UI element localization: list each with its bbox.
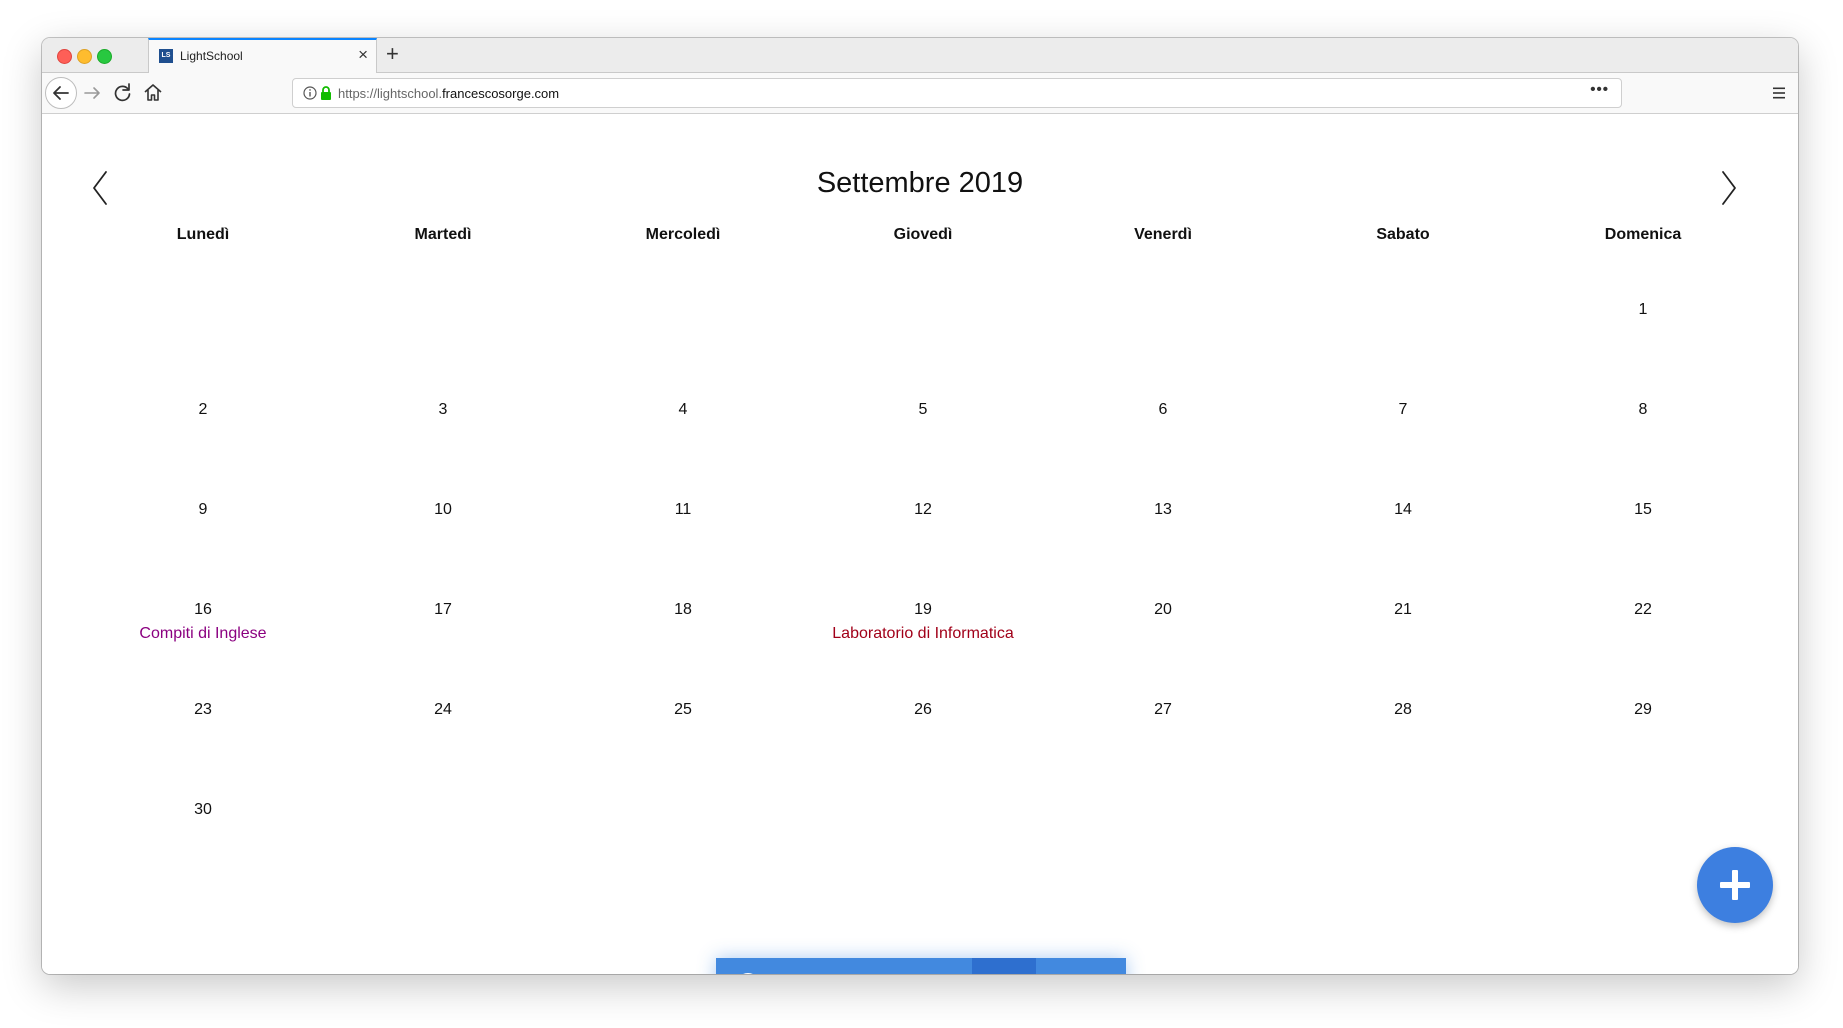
favicon-icon: LS <box>159 49 173 63</box>
info-icon[interactable] <box>302 85 318 101</box>
calendar-event[interactable]: Compiti di Inglese <box>53 625 353 643</box>
url-prefix: https://lightschool. <box>338 86 443 101</box>
bottom-dock <box>716 958 1126 974</box>
weekday-header: Domenica <box>1604 226 1682 243</box>
day-cell[interactable]: 9 <box>103 501 303 519</box>
weekday-header: Venerdì <box>1134 226 1192 243</box>
day-cell[interactable]: 2 <box>103 401 303 419</box>
weekday-header: Martedì <box>414 226 472 243</box>
day-cell[interactable]: 12 <box>823 501 1023 519</box>
home-icon[interactable] <box>140 80 166 106</box>
next-month-icon[interactable] <box>1719 169 1739 207</box>
weekday-header: Lunedì <box>176 226 230 243</box>
forward-arrow-icon[interactable] <box>80 80 106 106</box>
back-button[interactable] <box>45 77 77 109</box>
day-cell[interactable]: 25 <box>583 701 783 719</box>
back-arrow-icon <box>53 86 69 100</box>
tab-title: LightSchool <box>180 49 243 63</box>
day-cell[interactable]: 21 <box>1303 601 1503 619</box>
avatar <box>736 973 760 974</box>
month-title: Settembre 2019 <box>816 167 1024 199</box>
day-cell[interactable]: 5 <box>823 401 1023 419</box>
day-cell[interactable]: 20 <box>1063 601 1263 619</box>
day-cell[interactable]: 28 <box>1303 701 1503 719</box>
calendar-event[interactable]: Laboratorio di Informatica <box>773 625 1073 643</box>
day-cell[interactable]: 29 <box>1543 701 1743 719</box>
lock-icon[interactable] <box>319 85 333 101</box>
dashboard-icon <box>800 973 824 974</box>
plus-icon <box>1720 870 1750 900</box>
day-cell[interactable]: 14 <box>1303 501 1503 519</box>
url-host: francescosorge.com <box>442 86 560 101</box>
day-cell[interactable]: 30 <box>103 801 303 819</box>
day-cell[interactable]: 4 <box>583 401 783 419</box>
menu-icon[interactable] <box>1770 84 1788 102</box>
day-cell[interactable]: 26 <box>823 701 1023 719</box>
day-cell[interactable]: 8 <box>1543 401 1743 419</box>
url-text[interactable]: https://lightschool.francescosorge.com <box>338 86 559 101</box>
day-cell[interactable]: 23 <box>103 701 303 719</box>
dock-item-calendar[interactable] <box>972 958 1036 974</box>
day-cell[interactable]: 17 <box>343 601 543 619</box>
navigation-bar: https://lightschool.francescosorge.com •… <box>42 73 1798 114</box>
page-actions-button[interactable]: ••• <box>1590 81 1609 98</box>
dock-item-profile[interactable] <box>716 958 780 974</box>
day-cell[interactable]: 1 <box>1543 301 1743 319</box>
reload-icon[interactable] <box>110 80 136 106</box>
browser-window: LS LightSchool × + https://lightschool.f… <box>42 38 1798 974</box>
dock-item-documents[interactable] <box>844 958 908 974</box>
weekday-header: Mercoledì <box>645 226 721 243</box>
tab-bar: LS LightSchool × + <box>42 38 1798 73</box>
weekday-header: Giovedì <box>893 226 953 243</box>
day-cell[interactable]: 15 <box>1543 501 1743 519</box>
tab-lightschool[interactable]: LS LightSchool × <box>148 38 377 73</box>
day-cell[interactable]: 13 <box>1063 501 1263 519</box>
dock-item-dashboard[interactable] <box>780 958 844 974</box>
calendar-icon <box>992 973 1016 974</box>
day-cell[interactable]: 3 <box>343 401 543 419</box>
day-cell[interactable]: 10 <box>343 501 543 519</box>
dock-item-share[interactable] <box>908 958 972 974</box>
day-cell[interactable]: 7 <box>1303 401 1503 419</box>
add-event-button[interactable] <box>1697 847 1773 923</box>
maximize-window-button[interactable] <box>97 49 112 64</box>
dock-item-messages[interactable] <box>1036 958 1100 974</box>
day-cell[interactable]: 24 <box>343 701 543 719</box>
day-cell[interactable]: 27 <box>1063 701 1263 719</box>
messages-icon <box>1056 973 1082 974</box>
address-bar[interactable]: https://lightschool.francescosorge.com •… <box>292 78 1622 108</box>
day-cell[interactable]: 22 <box>1543 601 1743 619</box>
minimize-window-button[interactable] <box>77 49 92 64</box>
day-cell[interactable]: 16 <box>103 601 303 619</box>
close-tab-icon[interactable]: × <box>358 45 368 65</box>
day-cell[interactable]: 6 <box>1063 401 1263 419</box>
new-tab-button[interactable]: + <box>386 41 399 67</box>
day-cell[interactable]: 18 <box>583 601 783 619</box>
share-icon <box>928 973 952 974</box>
weekday-header: Sabato <box>1376 226 1430 243</box>
close-window-button[interactable] <box>57 49 72 64</box>
day-cell[interactable]: 19 <box>823 601 1023 619</box>
day-cell[interactable]: 11 <box>583 501 783 519</box>
document-icon <box>864 973 888 974</box>
page-content: Settembre 2019 Lunedì Martedì Mercoledì Gio… <box>42 114 1798 974</box>
